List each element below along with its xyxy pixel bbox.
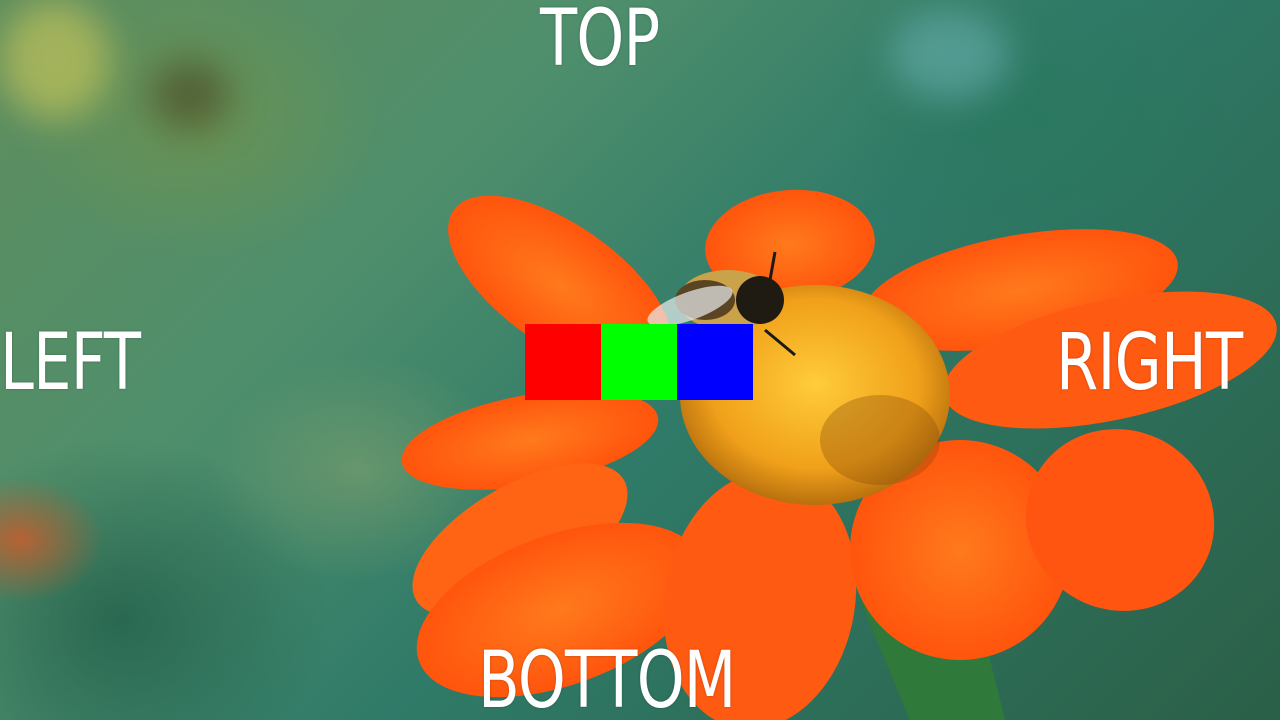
red-swatch: [525, 324, 601, 400]
rgb-color-swatches: [525, 324, 753, 400]
left-label: LEFT: [0, 318, 141, 408]
right-label: RIGHT: [1056, 318, 1243, 408]
green-swatch: [601, 324, 677, 400]
blue-swatch: [677, 324, 753, 400]
photo-canvas: TOP LEFT RIGHT BOTTOM: [0, 0, 1280, 720]
bottom-label: BOTTOM: [478, 636, 736, 720]
flower-center-shadow: [820, 395, 940, 485]
top-label: TOP: [540, 0, 660, 84]
